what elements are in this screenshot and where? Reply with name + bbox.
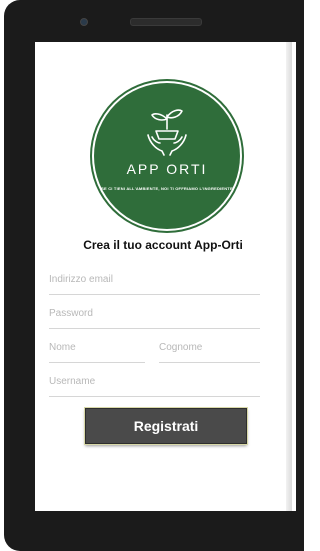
email-field[interactable]: Indirizzo email [49, 270, 260, 295]
register-button[interactable]: Registrati [85, 408, 247, 444]
password-field[interactable]: Password [49, 304, 260, 329]
app-logo: APP ORTI SE CI TIENI ALL'AMBIENTE, NOI T… [94, 83, 240, 229]
logo-title: APP ORTI [126, 161, 208, 177]
app-screen: APP ORTI SE CI TIENI ALL'AMBIENTE, NOI T… [35, 42, 296, 511]
phone-frame: APP ORTI SE CI TIENI ALL'AMBIENTE, NOI T… [4, 0, 304, 551]
phone-top-bezel [4, 0, 304, 42]
screen-edge [286, 42, 292, 511]
logo-tagline: SE CI TIENI ALL'AMBIENTE, NOI TI OFFRIAM… [101, 186, 233, 191]
plant-hands-icon [147, 109, 187, 156]
phone-bottom-bezel [4, 511, 304, 551]
surname-field[interactable]: Cognome [159, 338, 260, 363]
username-field[interactable]: Username [49, 372, 260, 397]
form-heading: Crea il tuo account App-Orti [83, 238, 243, 252]
name-field[interactable]: Nome [49, 338, 145, 363]
front-camera [80, 18, 88, 26]
earpiece-speaker [130, 18, 202, 26]
